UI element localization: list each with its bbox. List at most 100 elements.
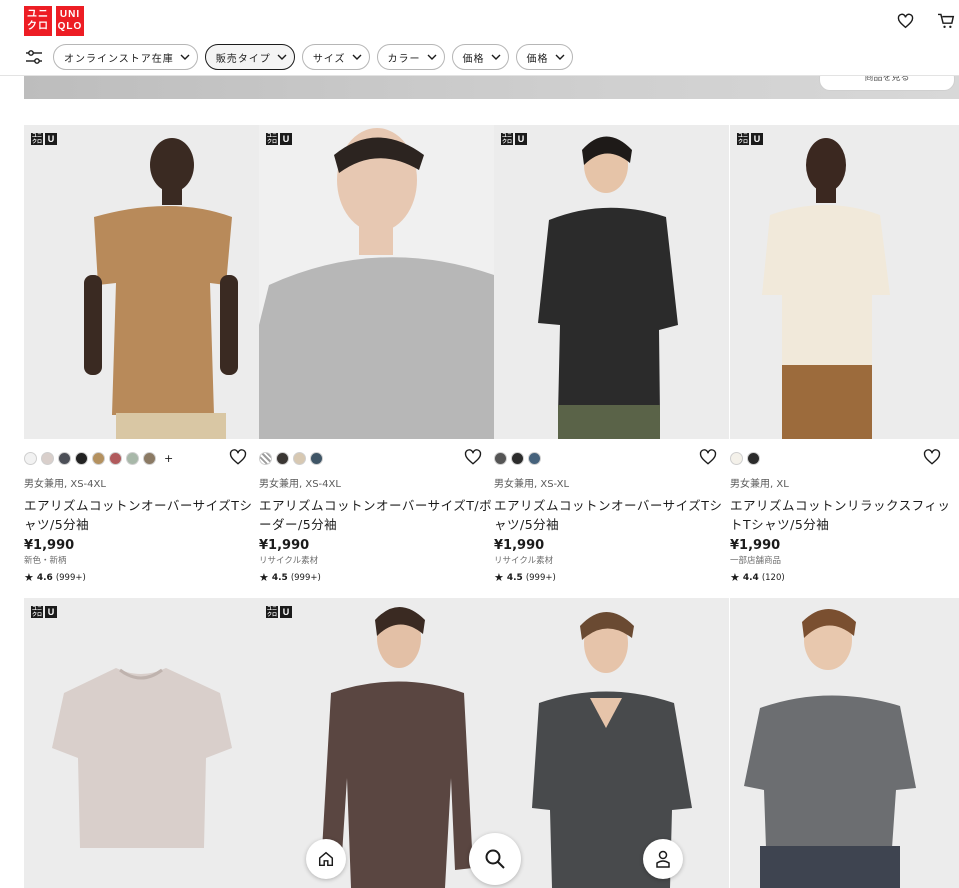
product-image[interactable]: ユニ クロ U <box>730 125 959 439</box>
product-name[interactable]: エアリズムコットンオーバーサイズTシャツ/5分袖 <box>24 496 259 534</box>
swatch[interactable] <box>92 451 105 465</box>
product-card[interactable]: ユニ クロ U 男女兼用, XL エアリズムコットンリラックスフィットTシャツ/5… <box>730 125 959 584</box>
logo-en-block: UNI QLO <box>56 6 84 36</box>
filter-chip-price-2[interactable]: 価格 <box>515 44 573 70</box>
product-card[interactable]: ユニ クロ U 男女兼用, XS-4XL エアリズムコットンオーバーサイズT/ボー… <box>259 125 494 584</box>
product-card[interactable]: ユニ クロ U 男女兼用, XS-XL エアリズムコットンオーバーサイズTシャツ/… <box>494 125 729 584</box>
model-figure <box>494 598 729 888</box>
product-price: ¥1,990 <box>259 538 310 553</box>
swatch[interactable] <box>511 451 524 465</box>
swatch[interactable] <box>24 451 37 465</box>
swatch[interactable] <box>143 451 156 465</box>
cart-icon[interactable] <box>936 11 956 31</box>
rating-value: 4.4 <box>742 572 759 583</box>
filter-chip-label: 販売タイプ <box>215 53 271 65</box>
rating-value: 4.5 <box>506 572 523 583</box>
filter-chip-size[interactable]: サイズ <box>301 44 370 70</box>
filter-chip-price[interactable]: 価格 <box>451 44 509 70</box>
chevron-down-icon <box>352 54 362 60</box>
favorite-heart-icon[interactable] <box>923 448 941 466</box>
filter-chip-label: オンラインストア在庫 <box>64 53 174 65</box>
uniqlo-logo[interactable]: ユニ クロ UNI QLO <box>24 6 84 36</box>
rating-value: 4.6 <box>36 572 53 583</box>
badges: ユニ クロ U <box>31 133 57 145</box>
product-price: ¥1,990 <box>24 538 75 553</box>
product-image[interactable]: ユニ クロ U <box>494 125 729 439</box>
swatch[interactable] <box>276 451 289 465</box>
product-card[interactable]: ユニ クロ U <box>259 598 494 888</box>
product-card[interactable]: ユニ クロ U <box>24 598 259 888</box>
swatch[interactable] <box>494 451 507 465</box>
product-image[interactable]: ユニ クロ U <box>24 598 259 888</box>
filter-settings-icon[interactable] <box>24 47 44 67</box>
swatch[interactable] <box>126 451 139 465</box>
product-note: リサイクル素材 <box>259 556 319 566</box>
swatch[interactable] <box>293 451 306 465</box>
more-colors[interactable]: + <box>164 452 173 465</box>
uniqlo-badge: ユニ クロ <box>266 606 278 618</box>
site-header: ユニ クロ UNI QLO オンラインストア在庫 販売タイプ サイズ カラー 価… <box>0 0 959 76</box>
product-price: ¥1,990 <box>494 538 545 553</box>
wishlist-heart-icon[interactable] <box>895 11 915 31</box>
model-figure <box>24 125 259 439</box>
star-icon: ★ <box>24 571 34 584</box>
swatch[interactable] <box>730 451 743 465</box>
account-fab[interactable] <box>643 839 683 879</box>
uniqlo-badge: ユニ クロ <box>501 133 513 145</box>
swatch[interactable] <box>75 451 88 465</box>
search-fab[interactable] <box>469 833 521 885</box>
home-fab[interactable] <box>306 839 346 879</box>
product-name[interactable]: エアリズムコットンオーバーサイズT/ボーダー/5分袖 <box>259 496 494 534</box>
chevron-down-icon <box>491 54 501 60</box>
filter-chip-sale-type[interactable]: 販売タイプ <box>204 44 295 70</box>
swatch[interactable] <box>310 451 323 465</box>
user-icon <box>656 850 670 868</box>
product-image[interactable]: ユニ クロ U <box>259 598 494 888</box>
product-image[interactable]: ユニ クロ U <box>259 125 494 439</box>
home-icon <box>318 851 334 867</box>
product-image[interactable] <box>494 598 729 888</box>
filter-chip-color[interactable]: カラー <box>376 44 445 70</box>
star-icon: ★ <box>259 571 269 584</box>
swatch[interactable] <box>259 451 272 465</box>
product-card[interactable] <box>494 598 729 888</box>
promo-banner: 商品を見る <box>24 67 959 99</box>
chevron-down-icon <box>277 54 287 60</box>
u-badge: U <box>45 606 57 618</box>
product-note: 一部店舗商品 <box>730 556 782 566</box>
u-badge: U <box>751 133 763 145</box>
product-name[interactable]: エアリズムコットンオーバーサイズTシャツ/5分袖 <box>494 496 729 534</box>
u-badge: U <box>280 133 292 145</box>
uniqlo-badge: ユニ クロ <box>737 133 749 145</box>
swatch[interactable] <box>109 451 122 465</box>
logo-ja-bottom: クロ <box>27 21 49 32</box>
logo-en-top: UNI <box>59 9 81 20</box>
product-rating: ★ 4.4 (120) <box>730 571 959 584</box>
favorite-heart-icon[interactable] <box>229 448 247 466</box>
logo-ja-block: ユニ クロ <box>24 6 52 36</box>
product-meta: 男女兼用, XS-4XL <box>259 479 341 490</box>
filter-chip-stock[interactable]: オンラインストア在庫 <box>53 44 198 70</box>
product-image[interactable] <box>730 598 959 888</box>
swatch[interactable] <box>41 451 54 465</box>
swatch[interactable] <box>528 451 541 465</box>
search-icon <box>485 849 505 869</box>
product-image[interactable]: ユニ クロ U <box>24 125 259 439</box>
badges: ユニ クロ U <box>737 133 763 145</box>
model-figure <box>730 598 959 888</box>
product-card[interactable]: ユニ クロ U + 男女兼用, XS-4XL エアリズムコットンオーバーサイズTシ… <box>24 125 259 584</box>
swatch[interactable] <box>747 451 760 465</box>
review-count: (999+) <box>290 572 321 583</box>
product-name[interactable]: エアリズムコットンリラックスフィットTシャツ/5分袖 <box>730 496 959 534</box>
color-swatches <box>259 451 494 465</box>
favorite-heart-icon[interactable] <box>464 448 482 466</box>
badges: ユニ クロ U <box>31 606 57 618</box>
product-note: リサイクル素材 <box>494 556 554 566</box>
product-card[interactable] <box>730 598 959 888</box>
product-meta: 男女兼用, XS-XL <box>494 479 570 490</box>
logo-en-bottom: QLO <box>57 21 83 32</box>
tshirt-flatlay <box>24 598 259 888</box>
swatch[interactable] <box>58 451 71 465</box>
badges: ユニ クロ U <box>501 133 527 145</box>
favorite-heart-icon[interactable] <box>699 448 717 466</box>
